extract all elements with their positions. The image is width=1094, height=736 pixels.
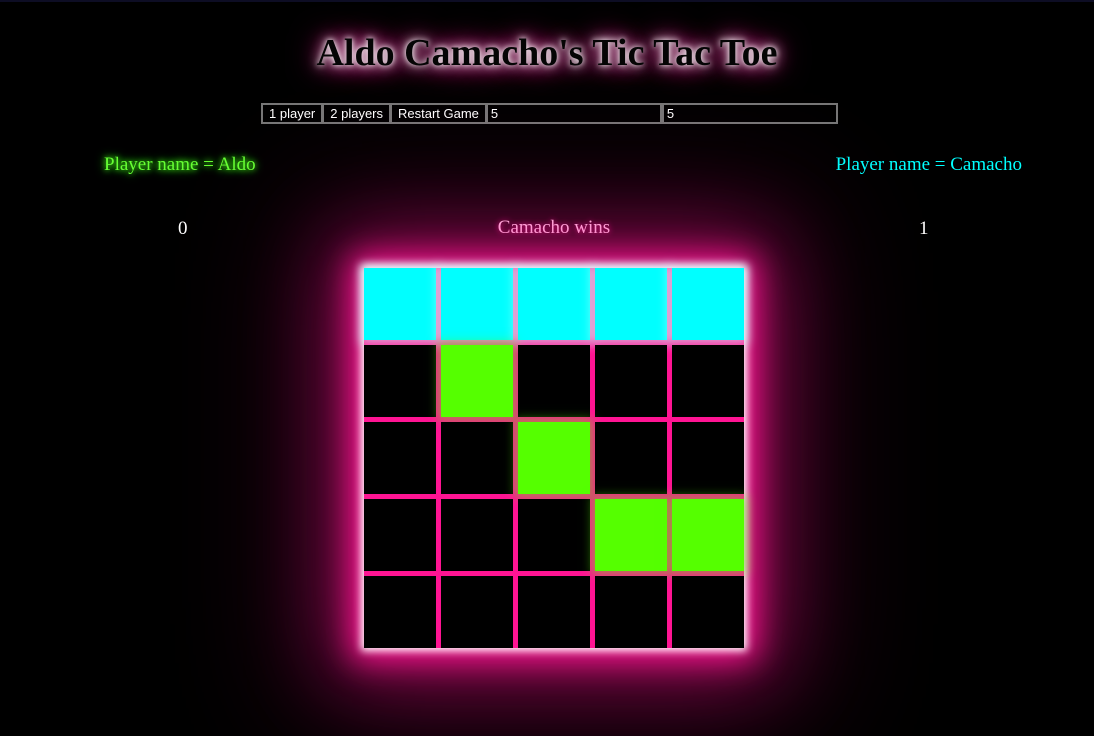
board-cell-4-0[interactable] — [364, 576, 436, 648]
board-cell-1-1[interactable] — [441, 345, 513, 417]
board-cell-1-4[interactable] — [672, 345, 744, 417]
page-title: Aldo Camacho's Tic Tac Toe — [316, 32, 778, 74]
board-cell-2-0[interactable] — [364, 422, 436, 494]
player1-name: Player name = Aldo — [104, 154, 256, 175]
board-cell-0-1[interactable] — [441, 268, 513, 340]
board-cell-1-2[interactable] — [518, 345, 590, 417]
board-cell-4-3[interactable] — [595, 576, 667, 648]
board-grid — [364, 268, 744, 648]
game-board — [364, 268, 744, 648]
board-cell-2-4[interactable] — [672, 422, 744, 494]
board-cell-4-2[interactable] — [518, 576, 590, 648]
board-cell-2-2[interactable] — [518, 422, 590, 494]
board-size-input[interactable] — [485, 103, 662, 124]
board-cell-1-3[interactable] — [595, 345, 667, 417]
board-cell-4-1[interactable] — [441, 576, 513, 648]
board-cell-0-3[interactable] — [595, 268, 667, 340]
board-cell-4-4[interactable] — [672, 576, 744, 648]
board-cell-3-3[interactable] — [595, 499, 667, 571]
player2-score: 1 — [919, 218, 929, 239]
board-cell-3-1[interactable] — [441, 499, 513, 571]
board-cell-1-0[interactable] — [364, 345, 436, 417]
board-cell-3-0[interactable] — [364, 499, 436, 571]
board-cell-0-0[interactable] — [364, 268, 436, 340]
board-cell-2-3[interactable] — [595, 422, 667, 494]
restart-game-button[interactable]: Restart Game — [390, 103, 486, 124]
board-cell-0-4[interactable] — [672, 268, 744, 340]
game-controls: 1 player 2 players Restart Game — [261, 103, 838, 124]
player2-name: Player name = Camacho — [835, 154, 1022, 175]
two-players-button[interactable]: 2 players — [322, 103, 390, 124]
board-cell-2-1[interactable] — [441, 422, 513, 494]
top-border — [0, 0, 1094, 2]
win-length-input[interactable] — [661, 103, 838, 124]
board-cell-0-2[interactable] — [518, 268, 590, 340]
one-player-button[interactable]: 1 player — [261, 103, 323, 124]
board-cell-3-4[interactable] — [672, 499, 744, 571]
board-cell-3-2[interactable] — [518, 499, 590, 571]
game-status: Camacho wins — [497, 217, 611, 238]
